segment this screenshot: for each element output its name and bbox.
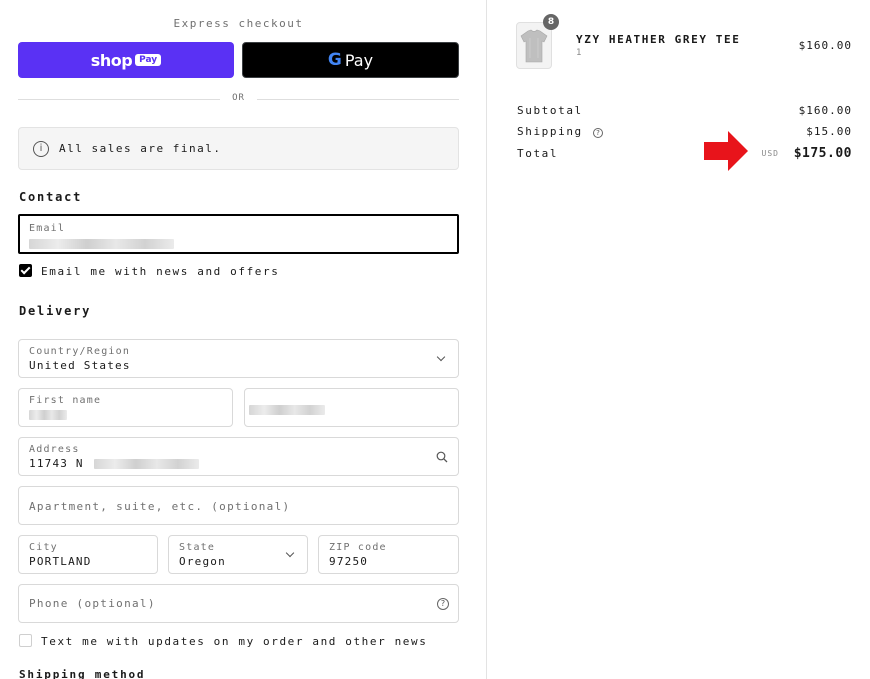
zip-field[interactable]: ZIP code 97250 xyxy=(318,535,459,574)
total-label: Total xyxy=(517,147,559,160)
state-select[interactable]: State Oregon xyxy=(168,535,308,574)
shop-pay-button[interactable]: shop Pay xyxy=(18,42,234,78)
divider-line-right xyxy=(257,99,459,100)
sms-updates-label: Text me with updates on my order and oth… xyxy=(41,635,428,648)
google-g-icon: G xyxy=(327,50,342,70)
address-label: Address xyxy=(29,444,80,455)
phone-field[interactable]: Phone (optional) ? xyxy=(18,584,459,623)
country-label: Country/Region xyxy=(29,346,131,357)
notice-text: All sales are final. xyxy=(59,142,222,155)
quantity-badge: 8 xyxy=(543,14,559,30)
contact-heading: Contact xyxy=(19,190,83,204)
phone-placeholder: Phone (optional) xyxy=(29,597,156,610)
address-visible-text: 11743 N xyxy=(29,457,84,470)
first-name-label: First name xyxy=(29,395,102,406)
order-summary-column: 8 YZY HEATHER GREY TEE 1 $160.00 Subtota… xyxy=(488,0,870,679)
email-field[interactable]: Email xyxy=(18,214,459,254)
total-value: $175.00 xyxy=(793,146,852,161)
city-label: City xyxy=(29,542,58,553)
shop-pay-logo-text: shop xyxy=(90,50,133,70)
newsletter-checkbox[interactable] xyxy=(19,264,32,277)
product-price: $160.00 xyxy=(798,39,852,52)
shipping-label-text: Shipping xyxy=(517,125,583,138)
last-name-field[interactable] xyxy=(244,388,459,427)
total-currency: USD xyxy=(761,149,779,158)
search-icon[interactable] xyxy=(436,451,448,463)
help-icon[interactable]: ? xyxy=(437,598,449,610)
express-checkout-title: Express checkout xyxy=(173,17,304,30)
delivery-heading: Delivery xyxy=(19,304,92,318)
shipping-label: Shipping ? xyxy=(517,125,604,138)
or-divider: OR xyxy=(18,93,459,105)
zip-value: 97250 xyxy=(329,555,369,568)
chevron-down-icon xyxy=(436,352,446,362)
newsletter-label: Email me with news and offers xyxy=(41,265,280,278)
state-value: Oregon xyxy=(179,555,226,568)
sms-updates-checkbox[interactable] xyxy=(19,634,32,647)
subtotal-value: $160.00 xyxy=(798,104,852,117)
subtotal-label: Subtotal xyxy=(517,104,583,117)
shipping-value: $15.00 xyxy=(806,125,852,138)
shop-pay-badge: Pay xyxy=(135,54,162,66)
country-select[interactable]: Country/Region United States xyxy=(18,339,459,378)
address-value: 11743 N xyxy=(29,457,199,470)
email-label: Email xyxy=(29,223,66,234)
tshirt-icon xyxy=(520,29,548,62)
email-value-redacted xyxy=(29,237,174,250)
state-label: State xyxy=(179,542,216,553)
last-name-value-redacted xyxy=(249,403,325,416)
first-name-value-redacted xyxy=(29,408,67,421)
apartment-placeholder: Apartment, suite, etc. (optional) xyxy=(29,500,291,513)
sales-final-notice: i All sales are final. xyxy=(18,127,459,170)
checkout-form-column: Express checkout shop Pay G Pay OR i All… xyxy=(0,0,487,679)
country-value: United States xyxy=(29,359,131,372)
apartment-field[interactable]: Apartment, suite, etc. (optional) xyxy=(18,486,459,525)
product-name: YZY HEATHER GREY TEE xyxy=(576,33,741,46)
google-pay-button[interactable]: G Pay xyxy=(242,42,459,78)
product-variant: 1 xyxy=(576,48,582,58)
help-icon[interactable]: ? xyxy=(593,128,604,138)
or-label: OR xyxy=(232,93,245,103)
address-field[interactable]: Address 11743 N xyxy=(18,437,459,476)
city-field[interactable]: City PORTLAND xyxy=(18,535,158,574)
city-value: PORTLAND xyxy=(29,555,92,568)
shipping-method-heading: Shipping method xyxy=(19,668,146,679)
first-name-field[interactable]: First name xyxy=(18,388,233,427)
chevron-down-icon xyxy=(285,548,295,558)
info-icon: i xyxy=(33,140,49,157)
google-pay-text: Pay xyxy=(344,50,374,70)
zip-label: ZIP code xyxy=(329,542,387,553)
red-arrow-annotation-icon xyxy=(704,131,748,171)
